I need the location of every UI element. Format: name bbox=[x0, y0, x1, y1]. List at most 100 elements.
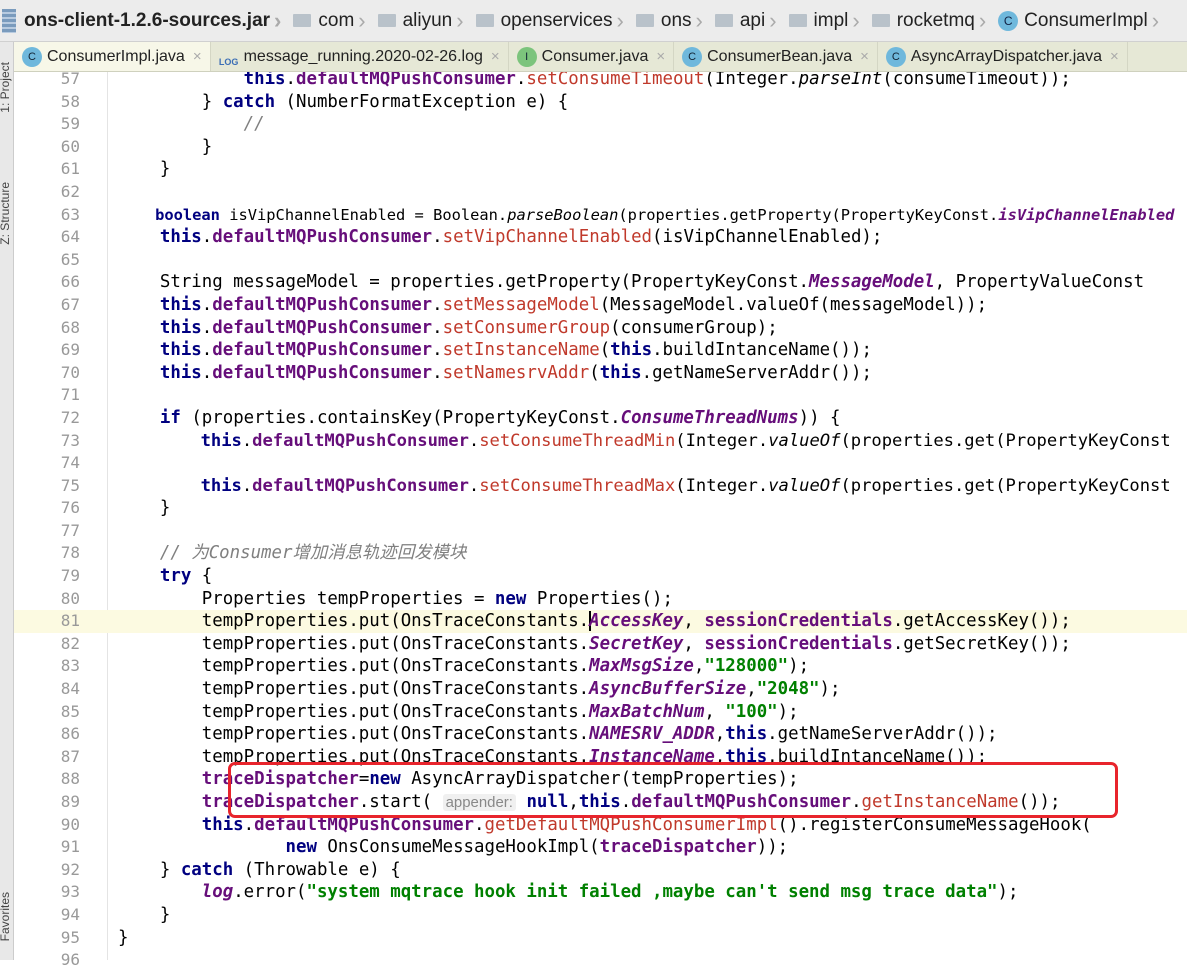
breadcrumb-folder[interactable]: impl › bbox=[782, 8, 865, 34]
code-token: catch bbox=[222, 91, 276, 112]
close-icon[interactable]: × bbox=[860, 48, 869, 65]
code-text: this.defaultMQPushConsumer.setConsumerGr… bbox=[118, 317, 778, 340]
code-line[interactable]: 83 tempProperties.put(OnsTraceConstants.… bbox=[14, 655, 1187, 678]
code-token: MaxMsgSize bbox=[589, 656, 694, 677]
line-number: 89 bbox=[60, 792, 80, 811]
folder-icon bbox=[788, 14, 807, 27]
code-line[interactable]: 72 if (properties.containsKey(PropertyKe… bbox=[14, 407, 1187, 430]
code-text: log.error("system mqtrace hook init fail… bbox=[118, 881, 1019, 904]
code-line[interactable]: 59 // bbox=[14, 113, 1187, 136]
breadcrumb-class[interactable]: C ConsumerImpl › bbox=[991, 8, 1164, 34]
code-line[interactable]: 88 traceDispatcher=new AsyncArrayDispatc… bbox=[14, 768, 1187, 791]
code-text: this.defaultMQPushConsumer.setMessageMod… bbox=[118, 294, 987, 317]
code-line[interactable]: 96 bbox=[14, 949, 1187, 972]
breadcrumb-folder[interactable]: openservices › bbox=[469, 8, 629, 34]
code-line[interactable]: 77 bbox=[14, 520, 1187, 543]
code-editor[interactable]: 57 this.defaultMQPushConsumer.setConsume… bbox=[14, 68, 1187, 972]
code-line[interactable]: 84 tempProperties.put(OnsTraceConstants.… bbox=[14, 678, 1187, 701]
code-text: traceDispatcher.start( appender: null,th… bbox=[118, 791, 1061, 815]
code-line[interactable]: 76 } bbox=[14, 497, 1187, 520]
code-line[interactable]: 62 bbox=[14, 181, 1187, 204]
code-text: } bbox=[118, 136, 212, 159]
breadcrumb-folder[interactable]: com › bbox=[286, 8, 370, 34]
tab-consumerbean-java[interactable]: C ConsumerBean.java × bbox=[674, 42, 878, 71]
code-token: ( bbox=[599, 340, 611, 361]
breadcrumb-root[interactable]: ons-client-1.2.6-sources.jar › bbox=[0, 8, 286, 34]
breadcrumb-folder[interactable]: rocketmq › bbox=[865, 8, 991, 34]
favorites-tool-button[interactable]: Favorites bbox=[0, 892, 12, 941]
line-number: 60 bbox=[60, 136, 80, 156]
code-line[interactable]: 86 tempProperties.put(OnsTraceConstants.… bbox=[14, 723, 1187, 746]
code-line[interactable]: 79 try { bbox=[14, 565, 1187, 588]
breadcrumb-folder[interactable]: aliyun › bbox=[371, 8, 469, 34]
tab-consumer-java[interactable]: I Consumer.java × bbox=[509, 42, 675, 71]
line-number: 64 bbox=[60, 227, 80, 247]
code-token: catch bbox=[180, 859, 234, 880]
project-tool-button[interactable]: 1: Project bbox=[0, 62, 12, 113]
folder-icon bbox=[871, 14, 890, 27]
code-text: new OnsConsumeMessageHookImpl(traceDispa… bbox=[118, 836, 789, 859]
code-line[interactable]: 71 bbox=[14, 384, 1187, 407]
code-line[interactable]: 64 this.defaultMQPushConsumer.setVipChan… bbox=[14, 226, 1187, 249]
code-line[interactable]: 81 tempProperties.put(OnsTraceConstants.… bbox=[14, 610, 1187, 633]
code-text: tempProperties.put(OnsTraceConstants.Acc… bbox=[118, 610, 1071, 633]
code-token: this bbox=[201, 814, 244, 835]
code-line[interactable]: 94 } bbox=[14, 904, 1187, 927]
code-line[interactable]: 67 this.defaultMQPushConsumer.setMessage… bbox=[14, 294, 1187, 317]
line-number: 61 bbox=[60, 159, 80, 179]
code-line[interactable]: 69 this.defaultMQPushConsumer.setInstanc… bbox=[14, 339, 1187, 362]
close-icon[interactable]: × bbox=[656, 48, 665, 65]
tab-consumerimpl-java[interactable]: C ConsumerImpl.java × bbox=[14, 42, 211, 71]
code-line[interactable]: 65 bbox=[14, 249, 1187, 272]
code-line[interactable]: 74 bbox=[14, 452, 1187, 475]
tab-message-running-2020-02-26-log[interactable]: LOG message_running.2020-02-26.log × bbox=[211, 42, 509, 71]
code-token: AccessKey bbox=[589, 611, 684, 632]
code-token: defaultMQPushConsumer bbox=[296, 69, 516, 89]
code-line[interactable]: 87 tempProperties.put(OnsTraceConstants.… bbox=[14, 746, 1187, 769]
code-token: } bbox=[118, 136, 213, 157]
code-line[interactable]: 90 this.defaultMQPushConsumer.getDefault… bbox=[14, 814, 1187, 837]
code-line[interactable]: 85 tempProperties.put(OnsTraceConstants.… bbox=[14, 701, 1187, 724]
code-line[interactable]: 75 this.defaultMQPushConsumer.setConsume… bbox=[14, 475, 1187, 498]
close-icon[interactable]: × bbox=[1110, 48, 1119, 65]
code-line[interactable]: 66 String messageModel = properties.getP… bbox=[14, 271, 1187, 294]
close-icon[interactable]: × bbox=[193, 48, 202, 65]
code-token: ); bbox=[788, 656, 810, 677]
folder-icon bbox=[475, 14, 494, 27]
code-line[interactable]: 68 this.defaultMQPushConsumer.setConsume… bbox=[14, 317, 1187, 340]
code-line[interactable]: 95} bbox=[14, 927, 1187, 950]
code-token: "2048" bbox=[756, 679, 820, 700]
code-line[interactable]: 80 Properties tempProperties = new Prope… bbox=[14, 588, 1187, 611]
code-token: SecretKey bbox=[589, 633, 684, 654]
code-line[interactable]: 93 log.error("system mqtrace hook init f… bbox=[14, 881, 1187, 904]
breadcrumb-folder[interactable]: api › bbox=[708, 8, 782, 34]
code-line[interactable]: 63 boolean isVipChannelEnabled = Boolean… bbox=[14, 204, 1187, 227]
code-line[interactable]: 73 this.defaultMQPushConsumer.setConsume… bbox=[14, 430, 1187, 453]
code-token: (MessageModel.valueOf(messageModel)); bbox=[599, 294, 988, 315]
code-line[interactable]: 92 } catch (Throwable e) { bbox=[14, 859, 1187, 882]
code-line[interactable]: 91 new OnsConsumeMessageHookImpl(traceDi… bbox=[14, 836, 1187, 859]
code-line[interactable]: 78 // 为Consumer增加消息轨迹回发模块 bbox=[14, 542, 1187, 565]
structure-tool-button[interactable]: Z: Structure bbox=[0, 182, 12, 245]
chevron-right-icon: › bbox=[1151, 7, 1160, 33]
code-line[interactable]: 58 } catch (NumberFormatException e) { bbox=[14, 91, 1187, 114]
code-line[interactable]: 60 } bbox=[14, 136, 1187, 159]
code-line[interactable]: 70 this.defaultMQPushConsumer.setNamesrv… bbox=[14, 362, 1187, 385]
tab-asyncarraydispatcher-java[interactable]: C AsyncArrayDispatcher.java × bbox=[878, 42, 1128, 71]
code-line[interactable]: 61 } bbox=[14, 158, 1187, 181]
editor-tabs: C ConsumerImpl.java × LOG message_running.20… bbox=[14, 42, 1187, 72]
code-token: setConsumerGroup bbox=[442, 317, 611, 338]
code-token: (Integer. bbox=[704, 69, 799, 89]
code-line[interactable]: 89 traceDispatcher.start( appender: null… bbox=[14, 791, 1187, 814]
breadcrumb-folder[interactable]: ons › bbox=[629, 8, 708, 34]
code-text: } bbox=[118, 904, 170, 927]
code-line[interactable]: 82 tempProperties.put(OnsTraceConstants.… bbox=[14, 633, 1187, 656]
close-icon[interactable]: × bbox=[491, 48, 500, 65]
code-token: . bbox=[432, 317, 443, 338]
code-token: (Throwable e) { bbox=[233, 859, 401, 880]
